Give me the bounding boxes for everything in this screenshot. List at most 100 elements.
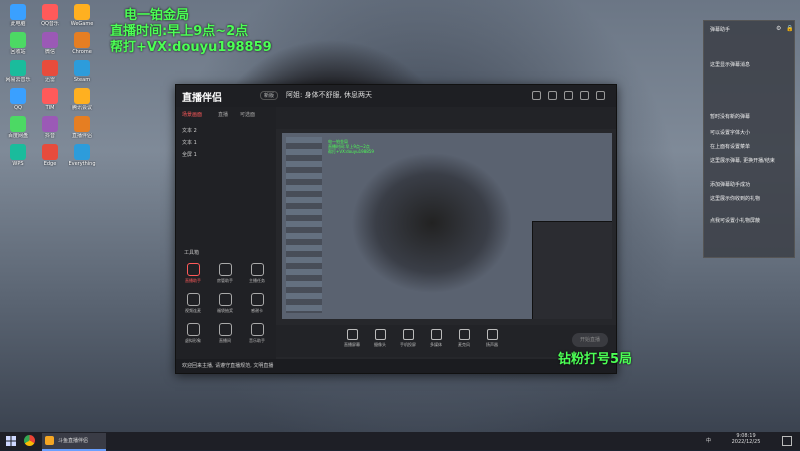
btn-phone-cast[interactable]: 手机投屏 bbox=[396, 329, 420, 348]
title-bar[interactable]: 直播伴侣 新版 阿姐: 身体不舒服, 休息两天 bbox=[176, 85, 616, 107]
overlay-contact: 帮打+VX:douyu198859 bbox=[110, 40, 272, 55]
app-icon bbox=[10, 116, 26, 132]
desktop-icon[interactable]: Everything bbox=[68, 144, 96, 167]
notification-icon[interactable] bbox=[782, 436, 792, 446]
desktop-icon[interactable]: 抖音 bbox=[36, 116, 64, 139]
chat-line: 添加弹幕助手成功 bbox=[710, 182, 751, 188]
windows-start-icon[interactable] bbox=[6, 436, 16, 446]
media-icon bbox=[430, 329, 442, 340]
chrome-icon[interactable] bbox=[24, 435, 35, 446]
tool-video-link[interactable]: 视频连麦 bbox=[180, 293, 206, 314]
maximize-icon[interactable] bbox=[580, 91, 589, 100]
fan-badge-overlay: 钻粉打号5局 bbox=[558, 352, 633, 367]
desktop-icon[interactable]: 此电脑 bbox=[4, 4, 32, 27]
app-icon bbox=[74, 60, 90, 76]
avatar-icon bbox=[186, 323, 200, 336]
minimize-icon[interactable] bbox=[564, 91, 573, 100]
desktop-icon[interactable]: Steam bbox=[68, 60, 96, 83]
app-icon bbox=[10, 4, 26, 20]
close-icon[interactable] bbox=[596, 91, 605, 100]
gear-icon[interactable]: ⚙ bbox=[776, 25, 781, 32]
tool-avatar[interactable]: 虚拟形象 bbox=[180, 323, 206, 344]
tool-anchor-task[interactable]: 主播任务 bbox=[244, 263, 270, 284]
btn-screen[interactable]: 直播屏幕 bbox=[340, 329, 364, 348]
version-badge[interactable]: 新版 bbox=[260, 91, 279, 100]
skin-icon[interactable] bbox=[532, 91, 541, 100]
tab-optional[interactable]: 可选面 bbox=[240, 111, 255, 118]
desktop-icon[interactable]: 直播伴侣 bbox=[68, 116, 96, 139]
live-companion-window[interactable]: 直播伴侣 新版 阿姐: 身体不舒服, 休息两天 场景画面 直播 可选面 文本 2… bbox=[175, 84, 617, 374]
tool-music[interactable]: 音乐助手 bbox=[244, 323, 270, 344]
desktop-icon[interactable]: 百度网盘 bbox=[4, 116, 32, 139]
phone-icon bbox=[402, 329, 414, 340]
danmaku-title: 弹幕助手 bbox=[710, 27, 731, 33]
desktop-icon[interactable]: TIM bbox=[36, 88, 64, 111]
tab-scenes[interactable]: 场景画面 bbox=[182, 111, 202, 118]
music-icon bbox=[250, 323, 264, 336]
preview-toolbar bbox=[276, 107, 616, 129]
scene-item[interactable]: 文本 2 bbox=[182, 127, 197, 134]
live-companion-icon bbox=[45, 436, 54, 445]
chat-line: 点我可设置小礼物屏蔽 bbox=[710, 218, 761, 224]
desktop-icon[interactable]: 迅雷 bbox=[36, 60, 64, 83]
app-icon bbox=[42, 88, 58, 104]
screen-icon bbox=[346, 329, 358, 340]
tool-live-assistant[interactable]: 直播助手 bbox=[180, 263, 206, 284]
chat-line: 暂时没有新的弹幕 bbox=[710, 114, 751, 120]
notice-text: 阿姐: 身体不舒服, 休息两天 bbox=[286, 91, 373, 99]
app-icon bbox=[74, 116, 90, 132]
desktop-icon[interactable]: QQ音乐 bbox=[36, 4, 64, 27]
taskbar: 斗鱼直播伴侣 中 9:08:19 2022/12/25 bbox=[0, 432, 800, 451]
desktop-icon[interactable]: 网易云音乐 bbox=[4, 60, 32, 83]
app-icon bbox=[42, 60, 58, 76]
desktop-icon[interactable]: WeGame bbox=[68, 4, 96, 27]
desktop-icon[interactable]: QQ bbox=[4, 88, 32, 111]
preview-desktop-icons bbox=[286, 137, 322, 313]
status-text: 欢迎回来主播, 请遵守直播规范, 文明直播 bbox=[182, 363, 274, 369]
start-live-button[interactable]: 开始直播 bbox=[572, 333, 608, 347]
bag-icon bbox=[218, 293, 232, 306]
assistant-icon bbox=[186, 263, 200, 276]
taskbar-app-live-companion[interactable]: 斗鱼直播伴侣 bbox=[42, 433, 106, 451]
app-icon bbox=[10, 60, 26, 76]
tool-room-admin[interactable]: 房管助手 bbox=[212, 263, 238, 284]
scene-item[interactable]: 全屏 1 bbox=[182, 151, 197, 158]
chat-line: 在上面有设置菜单 bbox=[710, 144, 751, 150]
settings-icon[interactable] bbox=[548, 91, 557, 100]
desktop-icon[interactable]: Edge bbox=[36, 144, 64, 167]
chat-line: 可以设置字体大小 bbox=[710, 130, 751, 136]
scene-item[interactable]: 文本 1 bbox=[182, 139, 197, 146]
btn-microphone[interactable]: 麦克风 bbox=[452, 329, 476, 348]
desktop-icon[interactable]: Chrome bbox=[68, 32, 96, 55]
chat-line: 这里显示弹幕消息 bbox=[710, 62, 751, 68]
tool-live-room[interactable]: 直播间 bbox=[212, 323, 238, 344]
nested-preview-window bbox=[532, 221, 612, 319]
tool-lucky-bag[interactable]: 福袋抽奖 bbox=[212, 293, 238, 314]
desktop-icon[interactable]: 微信 bbox=[36, 32, 64, 55]
left-panel: 场景画面 直播 可选面 文本 2 文本 1 全屏 1 工具箱 直播助手 房管助手… bbox=[176, 107, 276, 373]
app-icon bbox=[74, 88, 90, 104]
status-bar: 欢迎回来主播, 请遵守直播规范, 文明直播 bbox=[176, 359, 616, 373]
ime-indicator[interactable]: 中 bbox=[706, 437, 711, 444]
tool-thanks-card[interactable]: 感谢卡 bbox=[244, 293, 270, 314]
video-icon bbox=[186, 293, 200, 306]
app-icon bbox=[42, 116, 58, 132]
live-preview[interactable]: 电一铂金局直播时间:早上9点~2点帮打+VX:douyu198859 钻粉打号5… bbox=[282, 133, 612, 319]
desktop-icon[interactable]: 腾讯会议 bbox=[68, 88, 96, 111]
app-icon bbox=[42, 144, 58, 160]
system-clock[interactable]: 9:08:19 2022/12/25 bbox=[720, 433, 772, 445]
btn-media[interactable]: 多媒体 bbox=[424, 329, 448, 348]
app-logo: 直播伴侣 bbox=[182, 93, 222, 104]
chat-line: 这里展示你收到的礼物 bbox=[710, 196, 761, 202]
admin-icon bbox=[218, 263, 232, 276]
task-icon bbox=[250, 263, 264, 276]
lock-icon[interactable]: 🔒 bbox=[786, 25, 793, 32]
desktop-icon[interactable]: 回收站 bbox=[4, 32, 32, 55]
tab-live[interactable]: 直播 bbox=[218, 111, 228, 118]
btn-speaker[interactable]: 扬声器 bbox=[480, 329, 504, 348]
btn-camera[interactable]: 摄像头 bbox=[368, 329, 392, 348]
preview-overlay-text: 电一铂金局 直播时间:早上9点~2点 帮打+VX:douyu198859 bbox=[328, 139, 374, 154]
desktop-icon[interactable]: WPS bbox=[4, 144, 32, 167]
app-icon bbox=[74, 4, 90, 20]
danmaku-panel[interactable]: 弹幕助手 ⚙ 🔒 这里显示弹幕消息 暂时没有新的弹幕 可以设置字体大小 在上面有… bbox=[703, 20, 795, 258]
